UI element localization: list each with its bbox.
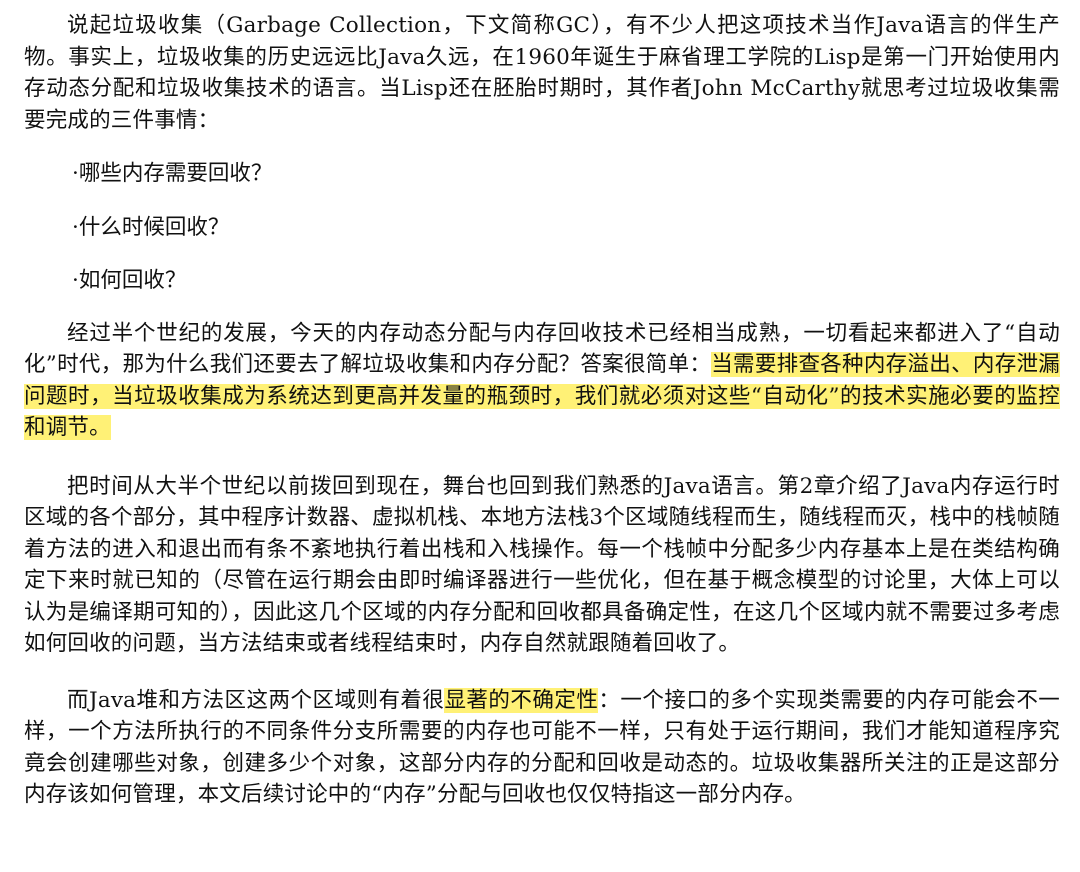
question-item-which-memory: ·哪些内存需要回收？	[72, 161, 273, 186]
question-item-when: ·什么时候回收？	[72, 214, 230, 240]
heap-text-before: 而Java堆和方法区这两个区域则有着很	[67, 687, 445, 713]
development-paragraph: 经过半个世纪的发展，今天的内存动态分配与内存回收技术已经相当成熟，一切看起来都进…	[24, 318, 1060, 444]
runtime-areas-paragraph: 把时间从大半个世纪以前拨回到现在，舞台也回到我们熟悉的Java语言。第2章介绍了…	[24, 473, 1060, 657]
heap-paragraph: 而Java堆和方法区这两个区域则有着很显著的不确定性：一个接口的多个实现类需要的…	[24, 685, 1060, 811]
question-item-how: ·如何回收？	[72, 268, 187, 293]
intro-paragraph: 说起垃圾收集（Garbage Collection，下文简称GC），有不少人把这…	[24, 13, 1060, 133]
document-page: 说起垃圾收集（Garbage Collection，下文简称GC），有不少人把这…	[24, 10, 1060, 811]
highlighted-uncertainty: 显著的不确定性	[444, 687, 599, 713]
